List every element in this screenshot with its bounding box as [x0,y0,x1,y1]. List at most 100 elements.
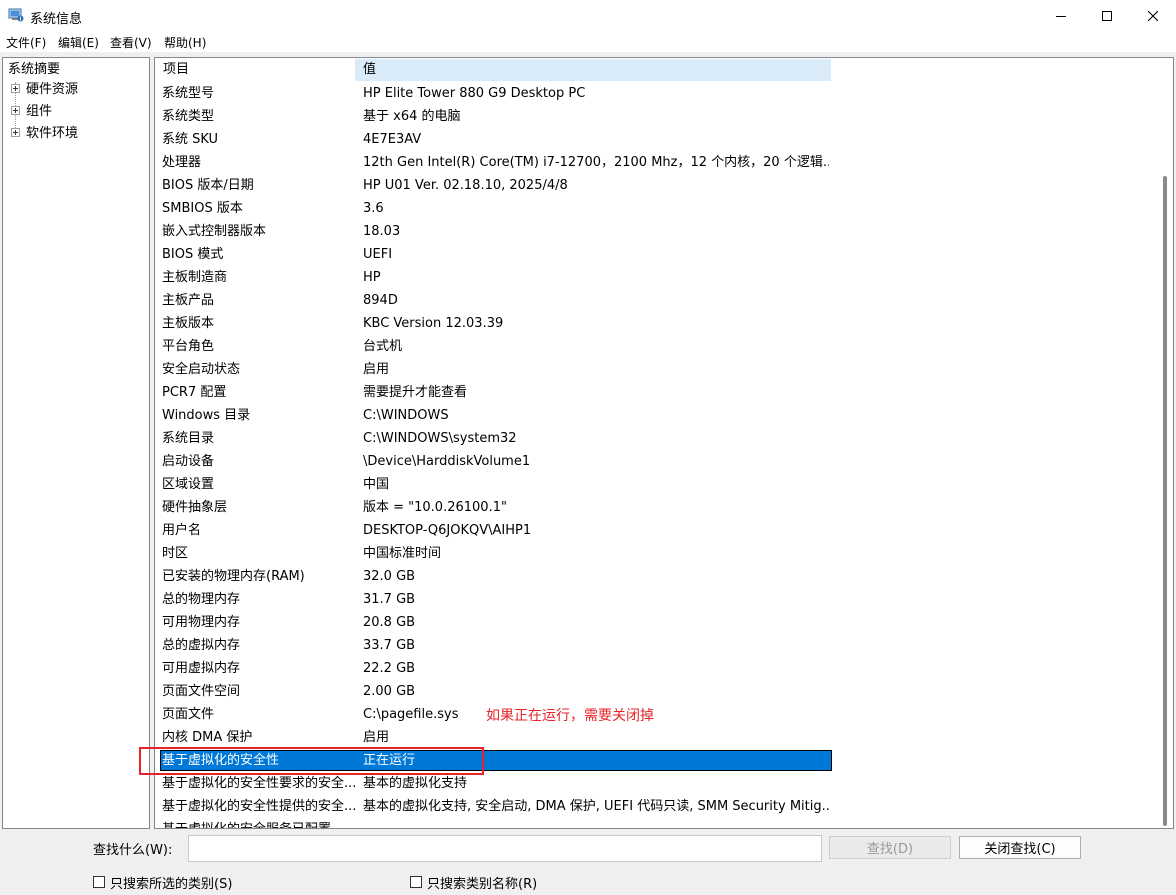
cell-value: 22.2 GB [363,661,416,676]
table-row[interactable]: 基于虚拟化的安全性提供的安全... 基本的虚拟化支持, 安全启动, DMA 保护,… [155,795,1159,818]
tree-item-hardware-resources[interactable]: 硬件资源 [11,80,78,100]
cell-value: 33.7 GB [363,638,416,653]
tree-item-components[interactable]: 组件 [11,102,52,122]
annotation-note: 如果正在运行，需要关闭掉 [486,708,654,724]
table-row[interactable]: 总的物理内存 31.7 GB [155,588,1159,611]
table-row[interactable]: Windows 目录 C:\WINDOWS [155,404,1159,427]
cell-value: C:\WINDOWS [363,408,449,423]
table-row[interactable]: PCR7 配置 需要提升才能查看 [155,381,1159,404]
close-window-button[interactable] [1130,0,1176,32]
cell-item: 可用物理内存 [162,615,241,630]
cell-value: 基本的虚拟化支持 [363,776,468,791]
cell-value: 31.7 GB [363,592,416,607]
cell-value: 894D [363,293,398,308]
table-row[interactable]: 基于虚拟化的安全性要求的安全... 基本的虚拟化支持 [155,772,1159,795]
cell-item: 处理器 [162,155,202,170]
tree-item-software-environment[interactable]: 软件环境 [11,124,78,144]
table-row[interactable]: 系统类型 基于 x64 的电脑 [155,105,1159,128]
table-row[interactable]: 处理器 12th Gen Intel(R) Core(TM) i7-12700，2… [155,151,1159,174]
table-row[interactable]: 区域设置 中国 [155,473,1159,496]
cell-item: 启动设备 [162,454,215,469]
table-row[interactable]: 系统 SKU 4E7E3AV [155,128,1159,151]
close-find-button[interactable]: 关闭查找(C) [959,836,1081,859]
tree-item-system-summary[interactable]: 系统摘要 [8,60,60,80]
cell-value: 18.03 [363,224,401,239]
table-row[interactable]: 用户名 DESKTOP-Q6JOKQV\AIHP1 [155,519,1159,542]
menu-file[interactable]: 文件(F) [6,34,46,51]
table-row[interactable]: 嵌入式控制器版本 18.03 [155,220,1159,243]
cell-value: C:\WINDOWS\system32 [363,431,517,446]
checkbox-box[interactable] [410,876,422,888]
table-row[interactable]: 平台角色 台式机 [155,335,1159,358]
checkbox-label: 只搜索类别名称(R) [427,876,538,892]
table-row[interactable]: 可用虚拟内存 22.2 GB [155,657,1159,680]
table-row[interactable]: 页面文件 C:\pagefile.sys [155,703,1159,726]
title-bar: 系统信息 [0,0,1176,32]
menu-help[interactable]: 帮助(H) [164,34,206,51]
search-selected-category-checkbox[interactable]: 只搜索所选的类别(S) [93,874,232,892]
table-row[interactable]: 主板制造商 HP [155,266,1159,289]
cell-value: HP Elite Tower 880 G9 Desktop PC [363,86,586,101]
cell-item: 时区 [162,546,189,561]
system-info-app-icon [8,8,24,22]
expand-icon[interactable] [11,128,20,137]
menu-view[interactable]: 查看(V) [110,34,152,51]
cell-item: 已安装的物理内存(RAM) [162,569,305,584]
cell-item: 平台角色 [162,339,215,354]
table-row[interactable]: 页面文件空间 2.00 GB [155,680,1159,703]
table-row[interactable]: 内核 DMA 保护 启用 [155,726,1159,749]
table-row[interactable]: 安全启动状态 启用 [155,358,1159,381]
cell-value: 基本的虚拟化支持, 安全启动, DMA 保护, UEFI 代码只读, SMM S… [363,799,829,814]
tree-item-label: 组件 [26,104,53,119]
table-row[interactable]: 系统型号 HP Elite Tower 880 G9 Desktop PC [155,82,1159,105]
column-header-value[interactable]: 值 [355,59,831,81]
cell-item: 主板版本 [162,316,215,331]
vertical-scrollbar[interactable] [1157,58,1173,828]
cell-value: 台式机 [363,339,403,354]
close-icon [1148,11,1158,21]
table-row[interactable]: 总的虚拟内存 33.7 GB [155,634,1159,657]
search-category-names-checkbox[interactable]: 只搜索类别名称(R) [410,874,538,892]
table-row[interactable]: 可用物理内存 20.8 GB [155,611,1159,634]
find-input[interactable] [188,835,822,862]
cell-item: 系统 SKU [162,132,219,147]
cell-item: 总的物理内存 [162,592,241,607]
expand-icon[interactable] [11,106,20,115]
menu-edit[interactable]: 编辑(E) [58,34,99,51]
checkbox-box[interactable] [93,876,105,888]
cell-item: SMBIOS 版本 [162,201,243,216]
table-row[interactable]: BIOS 版本/日期 HP U01 Ver. 02.18.10, 2025/4/8 [155,174,1159,197]
table-row[interactable]: 系统目录 C:\WINDOWS\system32 [155,427,1159,450]
expand-icon[interactable] [11,84,20,93]
cell-item: 基于虚拟化的安全服务已配置 [162,818,358,828]
cell-value: 需要提升才能查看 [363,385,468,400]
cell-item: 安全启动状态 [162,362,241,377]
find-button[interactable]: 查找(D) [829,836,951,859]
table-row[interactable]: 启动设备 \Device\HarddiskVolume1 [155,450,1159,473]
cell-value: 12th Gen Intel(R) Core(TM) i7-12700，2100… [363,155,829,170]
scroll-thumb[interactable] [1163,176,1167,826]
cell-value: KBC Version 12.03.39 [363,316,504,331]
cell-item: 主板制造商 [162,270,228,285]
cell-value: \Device\HarddiskVolume1 [363,454,531,469]
minimize-button[interactable] [1038,0,1084,32]
maximize-button[interactable] [1084,0,1130,32]
cell-item: BIOS 版本/日期 [162,178,254,193]
table-row[interactable]: 基于虚拟化的安全服务已配置 [155,818,1159,828]
table-row[interactable]: 主板产品 894D [155,289,1159,312]
window-title: 系统信息 [30,12,83,27]
category-tree[interactable]: 系统摘要 硬件资源 组件 软件环境 [2,57,150,829]
cell-item: 页面文件 [162,707,215,722]
table-row[interactable]: BIOS 模式 UEFI [155,243,1159,266]
list-header: 项目 值 [155,59,1159,81]
table-row[interactable]: 时区 中国标准时间 [155,542,1159,565]
details-list[interactable]: 项目 值 系统型号 HP Elite Tower 880 G9 Desktop P… [154,57,1174,829]
cell-item: 页面文件空间 [162,684,241,699]
column-header-item[interactable]: 项目 [156,59,355,81]
table-row[interactable]: 硬件抽象层 版本 = "10.0.26100.1" [155,496,1159,519]
table-row[interactable]: 已安装的物理内存(RAM) 32.0 GB [155,565,1159,588]
cell-item: PCR7 配置 [162,385,227,400]
cell-value: 2.00 GB [363,684,416,699]
table-row[interactable]: 主板版本 KBC Version 12.03.39 [155,312,1159,335]
table-row[interactable]: SMBIOS 版本 3.6 [155,197,1159,220]
